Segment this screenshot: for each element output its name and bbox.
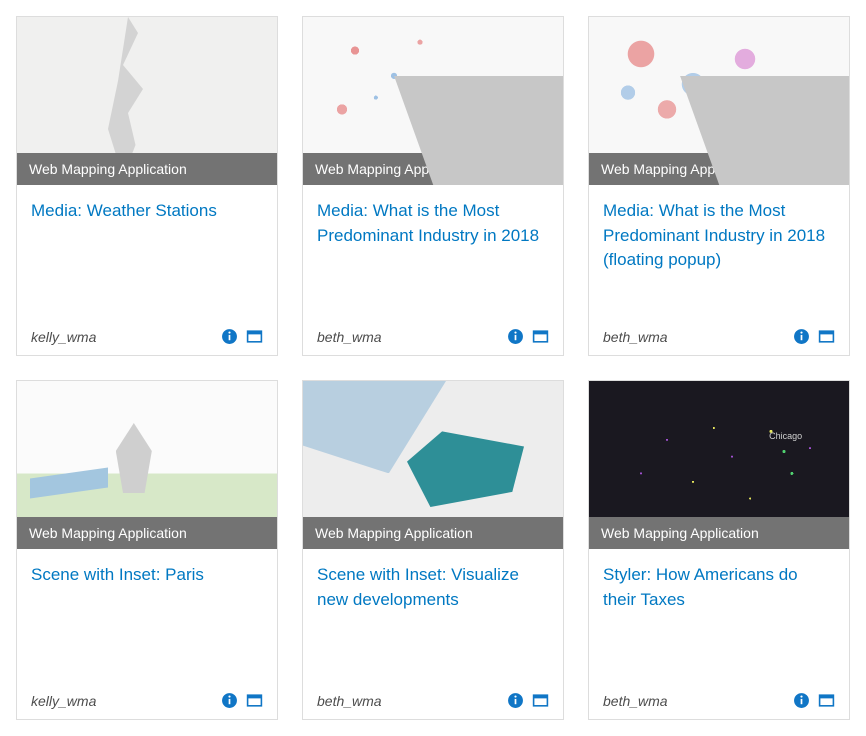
info-icon[interactable] (507, 328, 524, 345)
item-owner: beth_wma (317, 693, 382, 709)
item-card: Web Mapping Application Media: What is t… (302, 16, 564, 356)
item-owner: kelly_wma (31, 329, 96, 345)
open-icon[interactable] (818, 692, 835, 709)
info-icon[interactable] (793, 328, 810, 345)
item-owner: beth_wma (603, 693, 668, 709)
item-title-link[interactable]: Styler: How Americans do their Taxes (603, 563, 835, 612)
item-title-link[interactable]: Media: Weather Stations (31, 199, 263, 224)
item-owner: kelly_wma (31, 693, 96, 709)
item-type-badge: Web Mapping Application (17, 153, 277, 185)
item-card: Web Mapping Application Media: What is t… (588, 16, 850, 356)
item-card: Web Mapping Application Styler: How Amer… (588, 380, 850, 720)
item-type-badge: Web Mapping Application (303, 153, 563, 185)
info-icon[interactable] (793, 692, 810, 709)
item-title-link[interactable]: Scene with Inset: Paris (31, 563, 263, 588)
item-title-link[interactable]: Media: What is the Most Predominant Indu… (317, 199, 549, 248)
item-actions (793, 692, 835, 709)
open-icon[interactable] (818, 328, 835, 345)
info-icon[interactable] (221, 328, 238, 345)
open-icon[interactable] (246, 328, 263, 345)
item-actions (221, 692, 263, 709)
item-owner: beth_wma (317, 329, 382, 345)
item-card: Web Mapping Application Media: Weather S… (16, 16, 278, 356)
item-actions (221, 328, 263, 345)
item-thumbnail[interactable]: Web Mapping Application (303, 17, 563, 185)
info-icon[interactable] (507, 692, 524, 709)
item-actions (507, 328, 549, 345)
item-type-badge: Web Mapping Application (589, 517, 849, 549)
info-icon[interactable] (221, 692, 238, 709)
item-thumbnail[interactable]: Web Mapping Application (589, 17, 849, 185)
item-owner: beth_wma (603, 329, 668, 345)
open-icon[interactable] (532, 692, 549, 709)
open-icon[interactable] (532, 328, 549, 345)
item-card: Web Mapping Application Scene with Inset… (302, 380, 564, 720)
item-thumbnail[interactable]: Web Mapping Application (17, 381, 277, 549)
item-thumbnail[interactable]: Web Mapping Application (17, 17, 277, 185)
item-title-link[interactable]: Media: What is the Most Predominant Indu… (603, 199, 835, 273)
item-actions (793, 328, 835, 345)
items-grid: Web Mapping Application Media: Weather S… (16, 16, 850, 720)
item-type-badge: Web Mapping Application (303, 517, 563, 549)
item-thumbnail[interactable]: Web Mapping Application (303, 381, 563, 549)
item-type-badge: Web Mapping Application (17, 517, 277, 549)
item-card: Web Mapping Application Scene with Inset… (16, 380, 278, 720)
item-thumbnail[interactable]: Web Mapping Application (589, 381, 849, 549)
open-icon[interactable] (246, 692, 263, 709)
item-type-badge: Web Mapping Application (589, 153, 849, 185)
item-actions (507, 692, 549, 709)
item-title-link[interactable]: Scene with Inset: Visualize new developm… (317, 563, 549, 612)
